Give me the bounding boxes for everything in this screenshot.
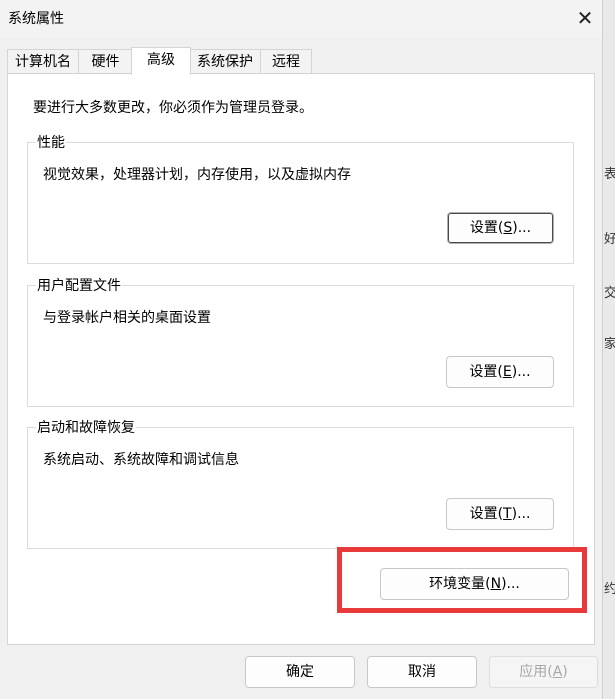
window-title: 系统属性 <box>8 11 64 27</box>
performance-settings-button[interactable]: 设置(S)... <box>447 212 554 244</box>
startup-recovery-group: 启动和故障恢复 系统启动、系统故障和调试信息 设置(T)... <box>27 417 574 549</box>
background-char: 交 <box>604 282 615 301</box>
button-label: 设置( <box>469 506 504 522</box>
button-accesskey: T <box>503 506 512 522</box>
button-label: 设置( <box>469 220 504 236</box>
button-label: 应用( <box>519 664 553 680</box>
cancel-button[interactable]: 取消 <box>367 656 477 688</box>
startup-recovery-group-title: 启动和故障恢复 <box>36 417 136 437</box>
tab-advanced[interactable]: 高级 <box>131 47 191 75</box>
background-char: 约 <box>604 578 615 597</box>
admin-notice: 要进行大多数更改，你必须作为管理员登录。 <box>33 100 313 116</box>
background-char: 家 <box>604 333 615 352</box>
background-window-edge: 表 好 交 家 约 <box>602 0 615 699</box>
close-icon[interactable]: ✕ <box>568 2 602 34</box>
button-accesskey: S <box>503 220 513 236</box>
user-profiles-description: 与登录帐户相关的桌面设置 <box>43 310 211 326</box>
user-profiles-group-title: 用户配置文件 <box>36 275 122 295</box>
startup-recovery-description: 系统启动、系统故障和调试信息 <box>43 452 239 468</box>
button-accesskey: A <box>552 664 563 680</box>
tab-system-protection[interactable]: 系统保护 <box>189 49 261 74</box>
user-profiles-settings-button[interactable]: 设置(E)... <box>446 356 554 388</box>
tab-hardware[interactable]: 硬件 <box>78 49 133 74</box>
performance-group: 性能 视觉效果，处理器计划，内存使用，以及虚拟内存 设置(S)... <box>27 132 574 264</box>
apply-button[interactable]: 应用(A) <box>489 656 598 688</box>
button-accesskey: E <box>502 364 512 380</box>
background-char: 好 <box>604 228 615 247</box>
tab-computer-name[interactable]: 计算机名 <box>7 49 79 74</box>
startup-recovery-settings-button[interactable]: 设置(T)... <box>446 498 554 530</box>
button-label: )... <box>511 506 531 522</box>
user-profiles-group: 用户配置文件 与登录帐户相关的桌面设置 设置(E)... <box>27 275 574 407</box>
performance-description: 视觉效果，处理器计划，内存使用，以及虚拟内存 <box>43 167 351 183</box>
button-label: )... <box>512 220 532 236</box>
button-label: 设置( <box>469 364 503 380</box>
tab-remote[interactable]: 远程 <box>260 49 312 74</box>
button-label: ) <box>562 664 568 680</box>
performance-group-title: 性能 <box>36 132 66 152</box>
button-label: )... <box>511 364 531 380</box>
highlight-box <box>337 547 587 613</box>
title-bar: 系统属性 ✕ <box>0 0 602 38</box>
background-char: 表 <box>604 163 615 182</box>
ok-button[interactable]: 确定 <box>245 656 355 688</box>
